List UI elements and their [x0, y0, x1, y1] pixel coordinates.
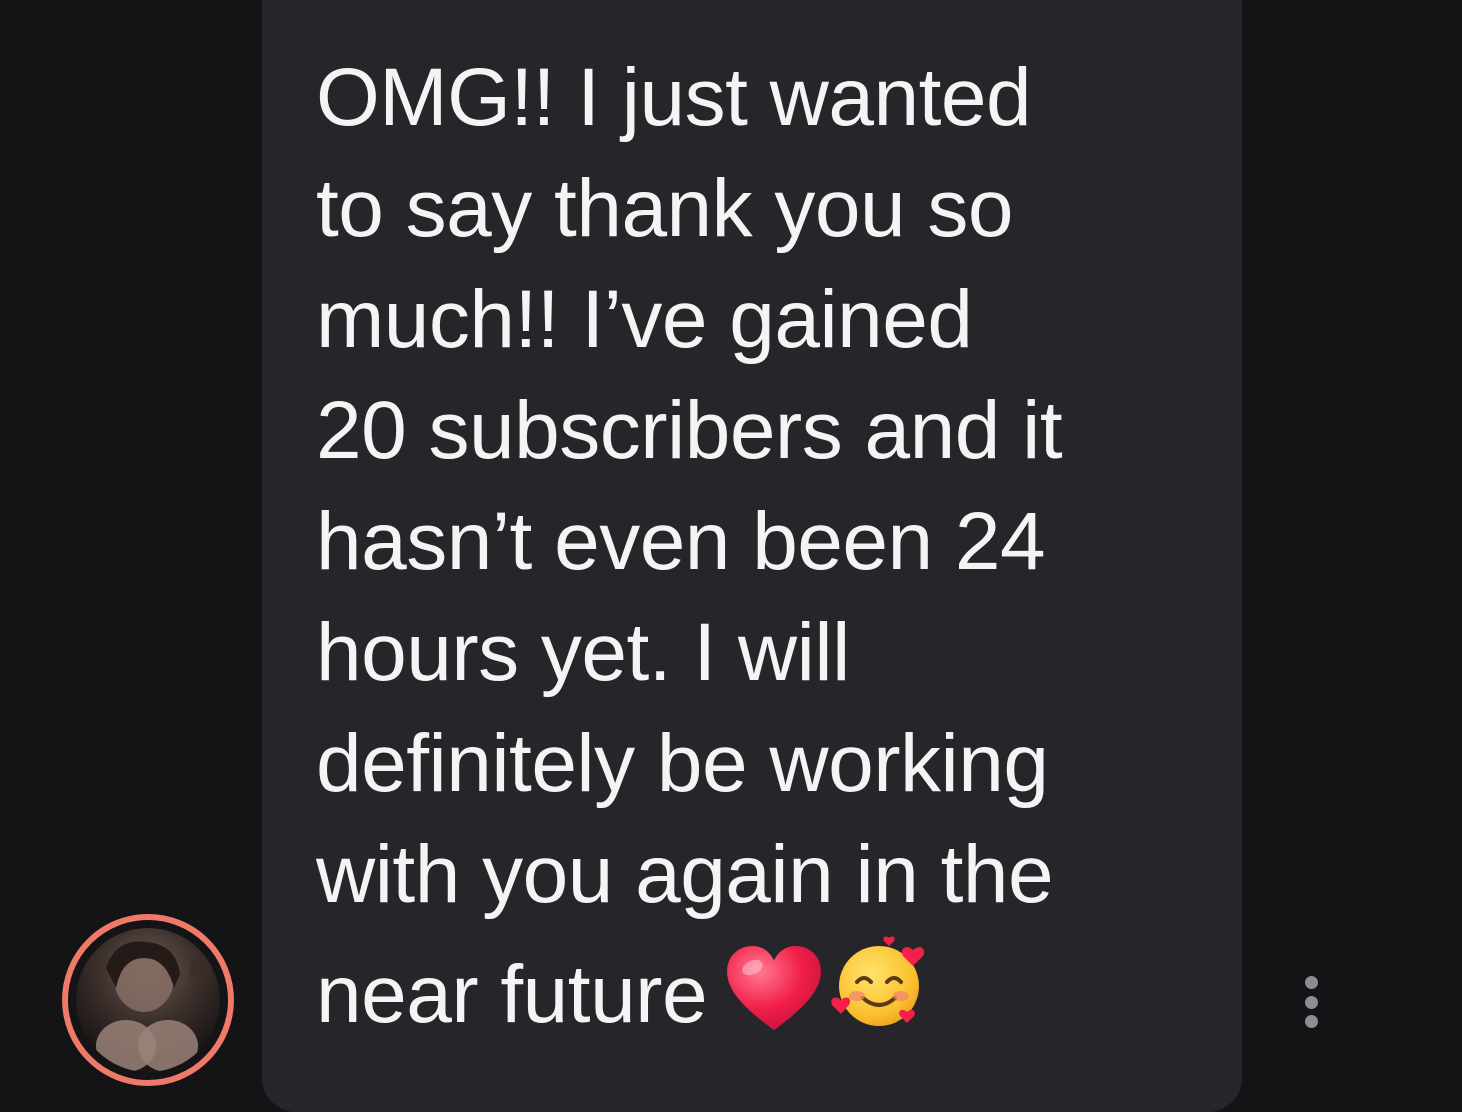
message-line: to say thank you so [316, 163, 1014, 254]
message-line: much!! I’ve gained [316, 274, 973, 365]
message-last-line: near future [316, 930, 1216, 1062]
message-line: definitely be working [316, 718, 1049, 809]
message-line: near future [316, 949, 708, 1040]
message-text: OMG!! I just wanted to say thank you so … [316, 42, 1216, 1062]
more-vertical-icon-dot [1304, 995, 1318, 1009]
message-line: 20 subscribers and it [316, 385, 1063, 476]
more-options-button[interactable] [1296, 976, 1326, 1028]
more-vertical-icon-dot [1304, 1015, 1318, 1028]
message-line: hours yet. I will [316, 607, 850, 698]
message-line: OMG!! I just wanted [316, 52, 1032, 143]
red-heart-emoji [725, 944, 823, 1062]
avatar[interactable] [62, 914, 234, 1086]
more-vertical-icon-dot [1304, 976, 1318, 989]
message-line: hasn’t even been 24 [316, 496, 1046, 587]
message-line: with you again in the [316, 829, 1054, 920]
smiling-face-with-hearts-emoji [827, 930, 935, 1062]
avatar-image [76, 928, 220, 1072]
